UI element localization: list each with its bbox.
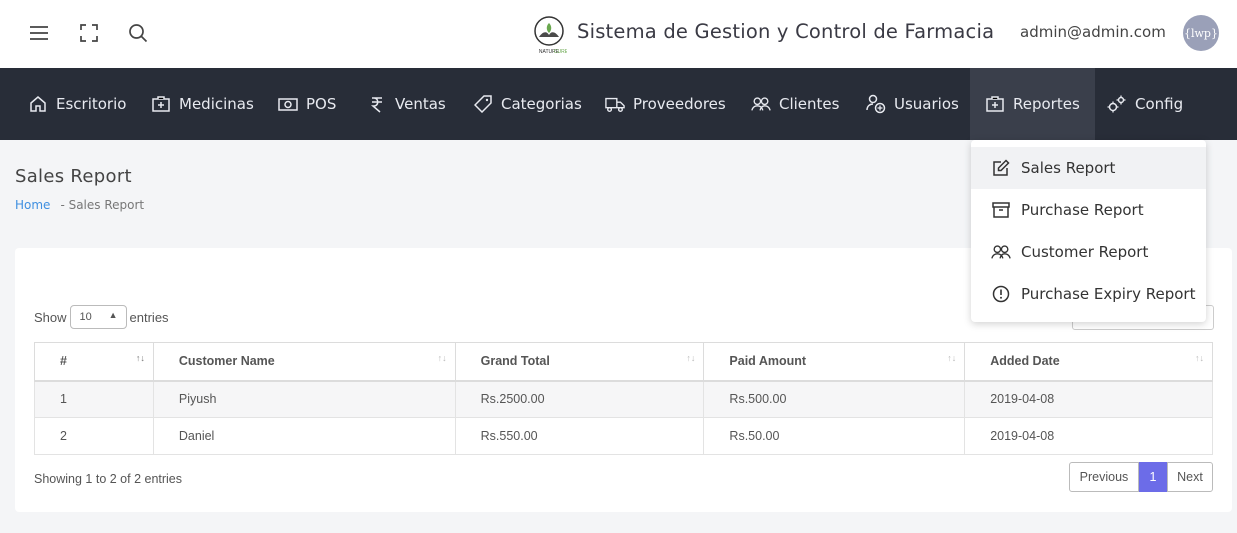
nav-item-reportes[interactable]: Reportes <box>970 68 1095 140</box>
column-header-grand-total[interactable]: Grand Total ↑↓ <box>454 342 705 382</box>
avatar[interactable]: {lwp} <box>1183 15 1219 51</box>
cell-added-date: 2019-04-08 <box>964 417 1213 455</box>
users-icon <box>991 242 1011 262</box>
show-label: Show <box>34 309 67 325</box>
menu-icon[interactable] <box>26 20 52 46</box>
sort-icon: ↑↓ <box>947 353 957 363</box>
report-kit-icon <box>985 94 1005 114</box>
menu-item-sales-report[interactable]: Sales Report <box>971 147 1206 189</box>
sales-report-table: # ↑↓ Customer Name ↑↓ Grand Total ↑↓ Paid A… <box>34 342 1213 455</box>
user-add-icon <box>866 94 886 114</box>
next-page-button[interactable]: Next <box>1167 462 1213 492</box>
search-icon[interactable] <box>125 20 151 46</box>
table-header-row: # ↑↓ Customer Name ↑↓ Grand Total ↑↓ Paid A… <box>34 342 1213 382</box>
reportes-dropdown-menu: Sales Report Purchase Report Customer Re… <box>971 140 1206 322</box>
previous-page-button[interactable]: Previous <box>1069 462 1139 492</box>
page-title: Sales Report <box>15 166 132 187</box>
menu-item-label: Customer Report <box>1021 243 1149 261</box>
top-bar: NATURE CURE Sistema de Gestion y Control… <box>0 0 1237 68</box>
cash-icon <box>278 94 298 114</box>
sort-icon: ↑↓ <box>437 353 447 363</box>
page-length-control: Show 10 ▲ entries <box>34 305 169 329</box>
menu-item-purchase-expiry-report[interactable]: Purchase Expiry Report <box>971 273 1206 315</box>
medical-kit-icon <box>151 94 171 114</box>
main-nav: Escritorio Medicinas POS Ventas Categori… <box>0 68 1237 140</box>
nav-item-escritorio[interactable]: Escritorio <box>28 68 126 140</box>
breadcrumb-home-link[interactable]: Home <box>15 198 50 212</box>
nav-item-proveedores[interactable]: Proveedores <box>605 68 726 140</box>
column-header-added-date[interactable]: Added Date ↑↓ <box>964 342 1213 382</box>
select-arrows-icon: ▲ <box>108 310 118 320</box>
cell-paid-amount: Rs.500.00 <box>703 380 966 418</box>
svg-text:CURE: CURE <box>554 49 567 55</box>
menu-item-purchase-report[interactable]: Purchase Report <box>971 189 1206 231</box>
pagination: Previous 1 Next <box>1069 462 1213 492</box>
breadcrumb-current: - Sales Report <box>60 198 145 212</box>
sort-icon: ↑↓ <box>135 353 145 363</box>
nav-item-pos[interactable]: POS <box>278 68 336 140</box>
column-header-customer-name[interactable]: Customer Name ↑↓ <box>152 342 456 382</box>
rupee-icon <box>367 94 387 114</box>
nav-label: Config <box>1135 95 1184 113</box>
tag-icon <box>473 94 493 114</box>
home-icon <box>28 94 48 114</box>
cell-number: 1 <box>34 380 154 418</box>
column-header-paid-amount[interactable]: Paid Amount ↑↓ <box>703 342 966 382</box>
menu-item-label: Sales Report <box>1021 159 1116 177</box>
nav-label: Ventas <box>395 95 446 113</box>
nav-label: Escritorio <box>56 95 127 113</box>
sort-icon: ↑↓ <box>686 353 696 363</box>
cell-customer-name: Daniel <box>152 417 456 455</box>
cell-customer-name: Piyush <box>152 380 456 418</box>
gears-icon <box>1107 94 1127 114</box>
fullscreen-icon[interactable] <box>76 20 102 46</box>
table-row: 2 Daniel Rs.550.00 Rs.50.00 2019-04-08 <box>34 417 1213 455</box>
cell-paid-amount: Rs.50.00 <box>703 417 966 455</box>
truck-icon <box>605 94 625 114</box>
page-1-button[interactable]: 1 <box>1139 462 1167 492</box>
page-length-value: 10 <box>79 311 92 323</box>
cell-grand-total: Rs.2500.00 <box>454 380 705 418</box>
nav-item-categorias[interactable]: Categorias <box>473 68 582 140</box>
table-info: Showing 1 to 2 of 2 entries <box>34 472 183 486</box>
nav-item-config[interactable]: Config <box>1107 68 1183 140</box>
cell-grand-total: Rs.550.00 <box>454 417 705 455</box>
edit-icon <box>991 158 1011 178</box>
menu-item-customer-report[interactable]: Customer Report <box>971 231 1206 273</box>
cell-number: 2 <box>34 417 154 455</box>
column-header-number[interactable]: # ↑↓ <box>34 342 154 382</box>
brand-logo: NATURE CURE <box>531 15 569 55</box>
cell-added-date: 2019-04-08 <box>964 380 1213 418</box>
nav-label: Usuarios <box>894 95 959 113</box>
menu-item-label: Purchase Report <box>1021 201 1144 219</box>
archive-icon <box>991 200 1011 220</box>
nav-label: Medicinas <box>179 95 254 113</box>
users-icon <box>751 94 771 114</box>
entries-label: entries <box>129 309 169 325</box>
nav-label: Proveedores <box>633 95 726 113</box>
nav-label: POS <box>306 95 337 113</box>
nav-item-clientes[interactable]: Clientes <box>751 68 839 140</box>
breadcrumb: Home - Sales Report <box>15 198 144 212</box>
page-length-select[interactable]: 10 ▲ <box>69 305 127 329</box>
table-row: 1 Piyush Rs.2500.00 Rs.500.00 2019-04-08 <box>34 380 1213 418</box>
app-title: Sistema de Gestion y Control de Farmacia <box>577 20 995 43</box>
nav-item-usuarios[interactable]: Usuarios <box>866 68 959 140</box>
nav-label: Categorias <box>501 95 582 113</box>
nav-item-medicinas[interactable]: Medicinas <box>151 68 254 140</box>
nav-item-ventas[interactable]: Ventas <box>367 68 446 140</box>
alert-circle-icon <box>991 284 1011 304</box>
user-email[interactable]: admin@admin.com <box>1020 23 1166 41</box>
menu-item-label: Purchase Expiry Report <box>1021 285 1196 303</box>
nav-label: Reportes <box>1013 95 1080 113</box>
sort-icon: ↑↓ <box>1195 353 1204 363</box>
nav-label: Clientes <box>779 95 840 113</box>
